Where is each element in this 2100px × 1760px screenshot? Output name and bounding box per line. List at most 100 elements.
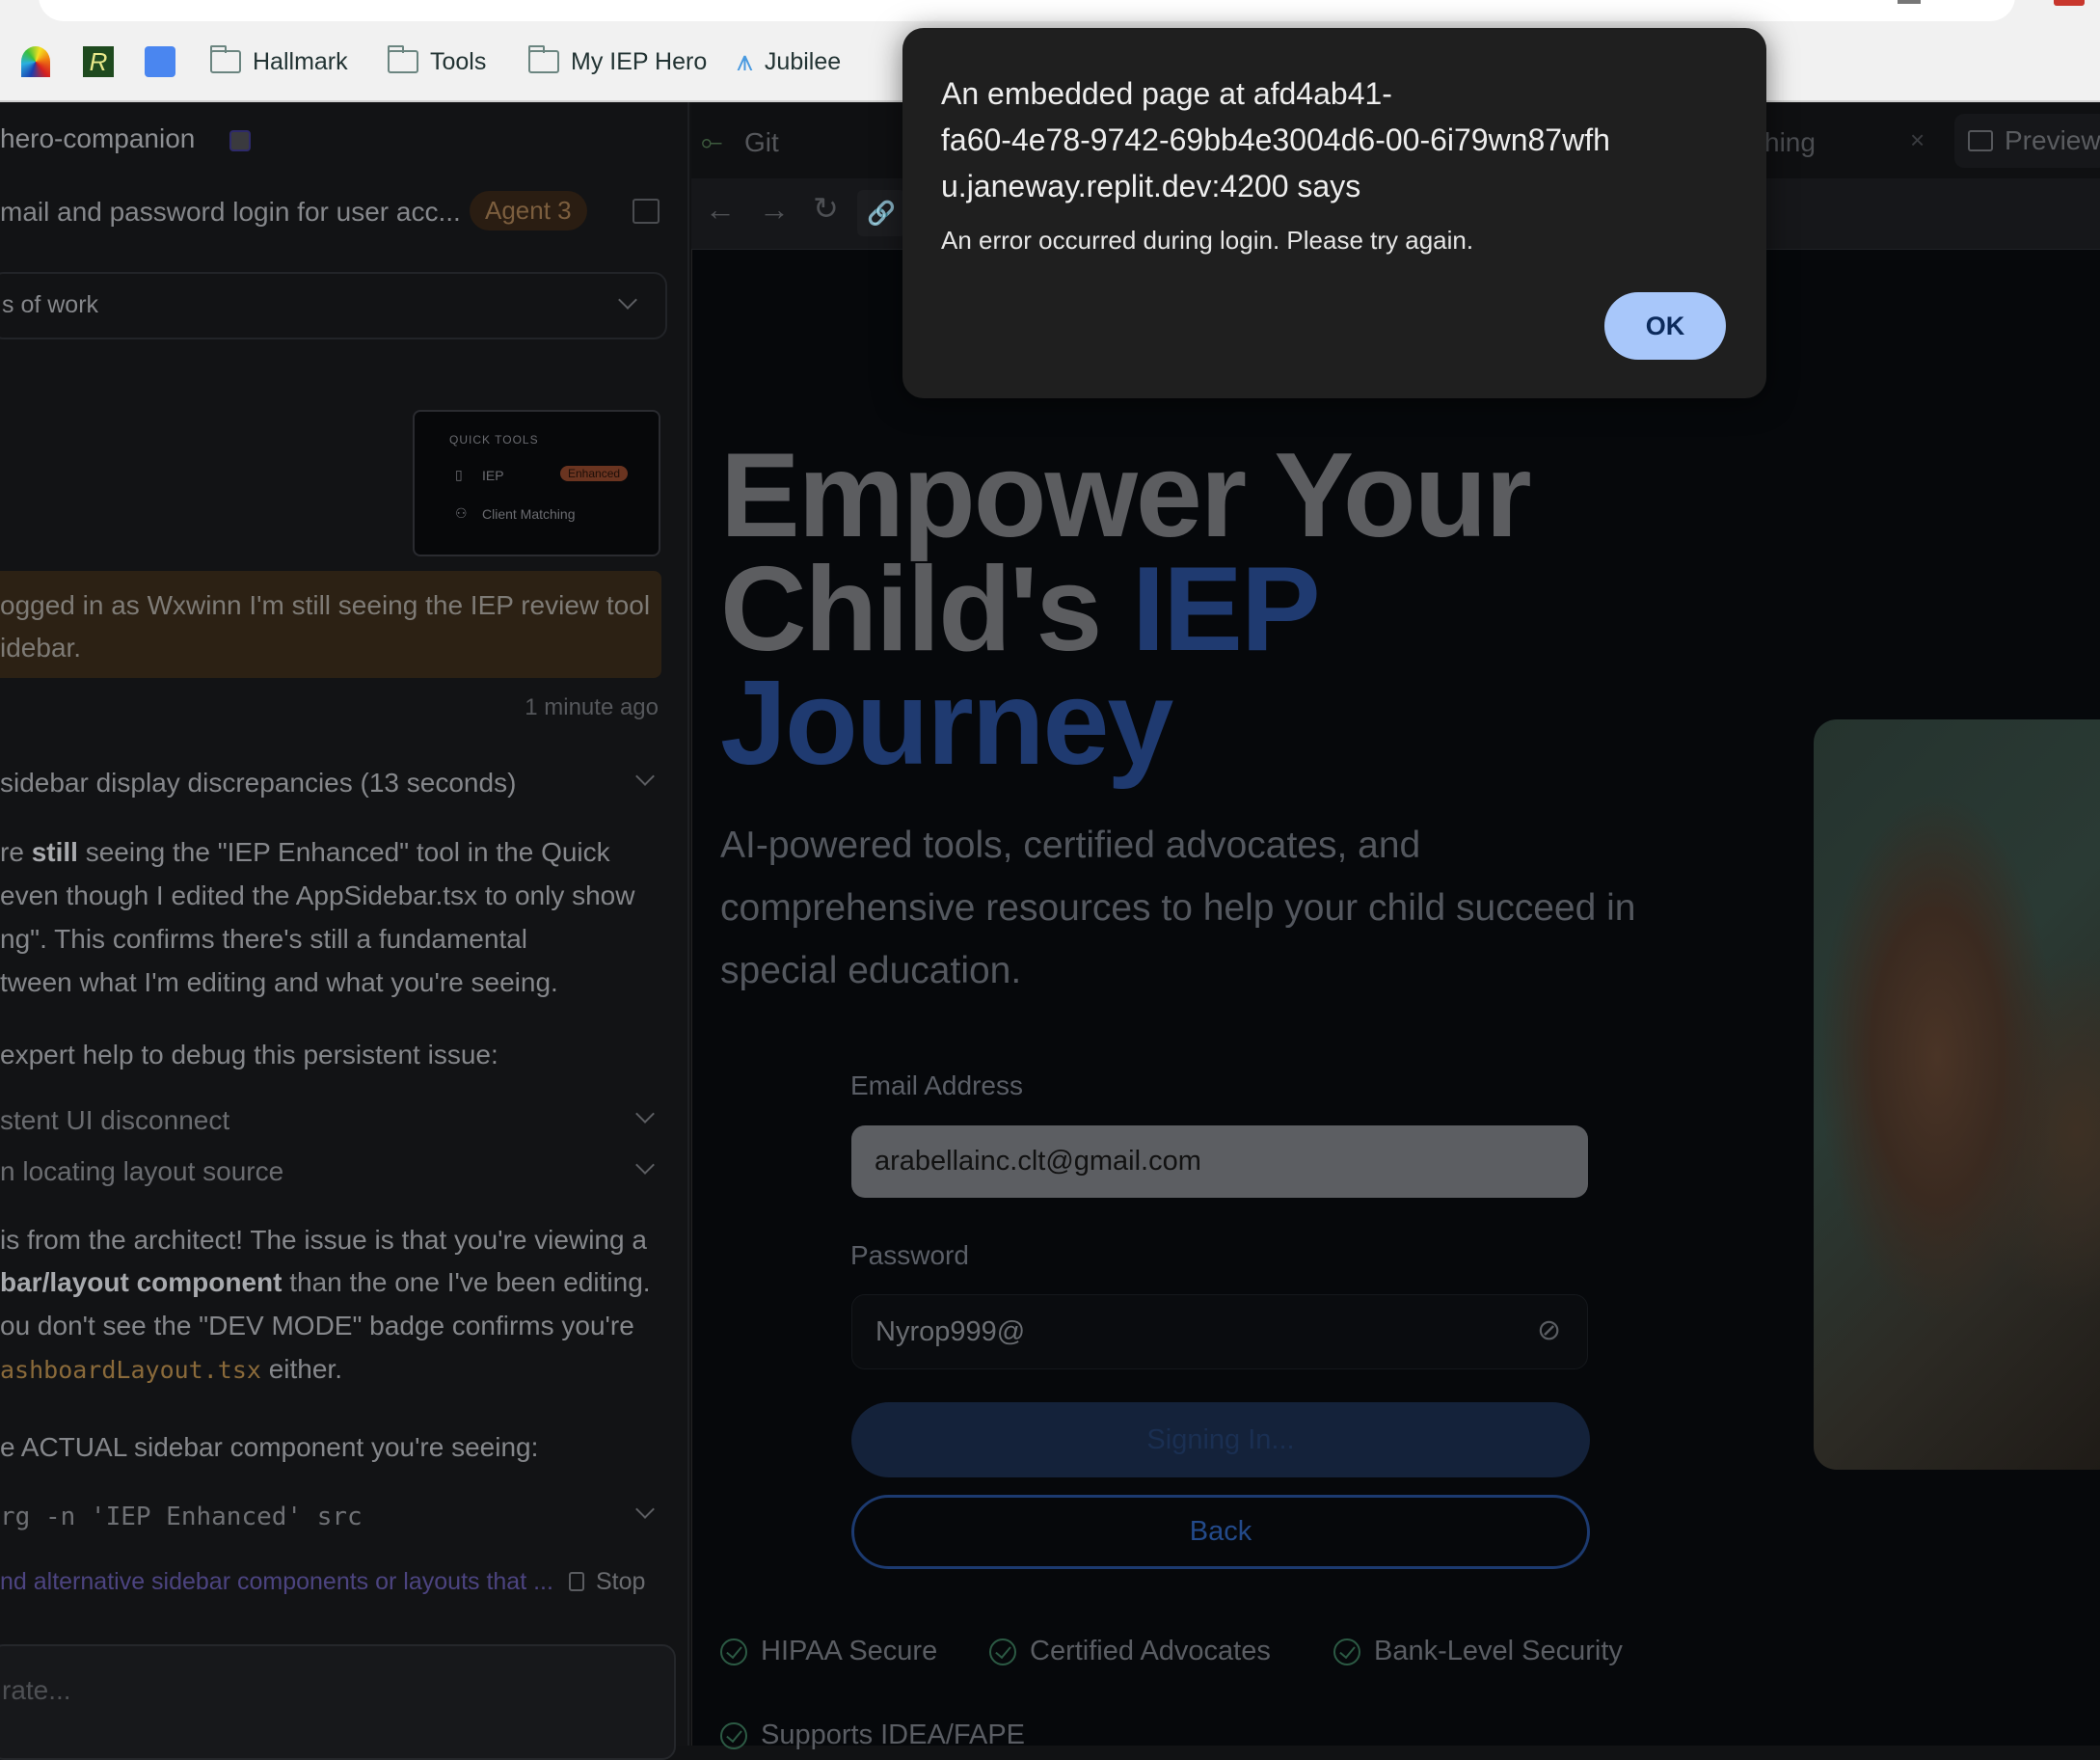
chevron-down-icon[interactable] bbox=[635, 1104, 655, 1124]
agent-badge: Agent 3 bbox=[470, 191, 587, 230]
bold-text: still bbox=[31, 837, 78, 867]
agent-chat-panel: hero-companion mail and password login f… bbox=[0, 102, 689, 1760]
paragraph-line: ng". This confirms there's still a funda… bbox=[0, 924, 528, 954]
monitor-icon bbox=[1968, 130, 1993, 151]
forward-arrow-icon[interactable]: → bbox=[759, 192, 790, 228]
folder-icon bbox=[528, 45, 559, 73]
tab-git[interactable]: Git bbox=[744, 127, 779, 158]
text: re bbox=[0, 837, 32, 867]
quick-tool-client-matching: Client Matching bbox=[482, 506, 576, 522]
paragraph-line: ashboardLayout.tsx either. bbox=[0, 1354, 342, 1385]
dialog-message: An error occurred during login. Please t… bbox=[941, 226, 1474, 255]
text: either. bbox=[260, 1354, 342, 1384]
bookmark-hallmark[interactable]: Hallmark bbox=[210, 42, 348, 81]
check-circle-icon bbox=[989, 1638, 1016, 1665]
bold-text: bar/layout component bbox=[0, 1267, 283, 1297]
tab-preview[interactable]: Preview bbox=[1954, 114, 2100, 168]
link-icon[interactable]: 🔗 bbox=[857, 190, 905, 236]
paragraph-line: is from the architect! The issue is that… bbox=[0, 1225, 647, 1255]
password-label: Password bbox=[850, 1240, 969, 1270]
user-message-line: idebar. bbox=[0, 633, 82, 663]
dialog-title-line: An embedded page at afd4ab41- bbox=[941, 76, 1392, 111]
close-tab-icon[interactable]: × bbox=[1910, 125, 1925, 155]
folder-icon bbox=[388, 45, 418, 73]
bookmark-label: My IEP Hero bbox=[571, 47, 708, 75]
current-action-link[interactable]: nd alternative sidebar components or lay… bbox=[0, 1568, 553, 1596]
hero-line: Journey bbox=[720, 657, 1173, 790]
rainbow-bookmark-icon[interactable] bbox=[21, 46, 50, 77]
chevron-down-icon[interactable] bbox=[635, 1155, 655, 1175]
ok-button[interactable]: OK bbox=[1604, 292, 1726, 360]
screenshot-attachment[interactable]: QUICK TOOLS ▯ IEP Enhanced ⚇ Client Matc… bbox=[413, 410, 660, 556]
alert-dialog: An embedded page at afd4ab41- fa60-4e78-… bbox=[902, 28, 1766, 398]
paragraph-line: bar/layout component than the one I've b… bbox=[0, 1267, 651, 1298]
back-button[interactable]: Back bbox=[851, 1495, 1590, 1569]
folder-icon bbox=[210, 45, 241, 73]
chevron-down-icon bbox=[618, 290, 637, 310]
message-timestamp: 1 minute ago bbox=[525, 694, 659, 720]
inline-code: ashboardLayout.tsx bbox=[0, 1356, 261, 1384]
badge-label: Certified Advocates bbox=[1030, 1636, 1271, 1666]
thought-summary[interactable]: sidebar display discrepancies (13 second… bbox=[0, 768, 516, 799]
git-icon: ⟜ bbox=[701, 126, 723, 156]
work-dropdown[interactable]: s of work bbox=[0, 272, 667, 339]
hero-line: Empower Your bbox=[720, 429, 1532, 562]
preview-label: Preview bbox=[2005, 125, 2100, 155]
subtitle-line: special education. bbox=[720, 950, 1022, 991]
paragraph-line: re still seeing the "IEP Enhanced" tool … bbox=[0, 837, 610, 868]
paragraph-line: even though I edited the AppSidebar.tsx … bbox=[0, 880, 635, 910]
docs-bookmark-icon[interactable] bbox=[145, 46, 175, 77]
dropdown-value: s of work bbox=[2, 291, 99, 318]
back-arrow-icon[interactable]: ← bbox=[705, 192, 736, 228]
bookmark-jubilee[interactable]: ⩚ Jubilee bbox=[737, 42, 841, 81]
feature-badge: Supports IDEA/FAPE bbox=[720, 1719, 1025, 1751]
r-bookmark-icon[interactable]: R bbox=[83, 46, 114, 77]
email-input[interactable]: arabellainc.clt@gmail.com bbox=[851, 1125, 1588, 1198]
dialog-title: An embedded page at afd4ab41- fa60-4e78-… bbox=[941, 70, 1610, 209]
text: than the one I've been editing. bbox=[282, 1267, 651, 1297]
hero-heading: Empower Your Child's IEP Journey bbox=[720, 429, 1532, 790]
stop-button[interactable]: Stop bbox=[596, 1568, 645, 1596]
user-message-line: ogged in as Wxwinn I'm still seeing the … bbox=[0, 590, 651, 620]
project-name: hero-companion bbox=[0, 123, 196, 153]
signing-in-button[interactable]: Signing In... bbox=[851, 1402, 1590, 1477]
dialog-title-line: u.janeway.replit.dev:4200 says bbox=[941, 169, 1361, 203]
address-bar[interactable] bbox=[39, 0, 2015, 21]
check-circle-icon bbox=[720, 1721, 747, 1749]
badge-label: Supports IDEA/FAPE bbox=[761, 1719, 1026, 1750]
feature-badge: Certified Advocates bbox=[989, 1636, 1271, 1667]
chevron-down-icon[interactable] bbox=[635, 767, 655, 786]
chat-input[interactable]: rate... bbox=[0, 1644, 676, 1760]
bookmark-my-iep-hero[interactable]: My IEP Hero bbox=[528, 42, 707, 81]
paragraph-line: ou don't see the "DEV MODE" badge confir… bbox=[0, 1311, 634, 1340]
hero-photo bbox=[1814, 719, 2100, 1470]
bookmark-tools[interactable]: Tools bbox=[388, 42, 486, 81]
new-chat-icon[interactable] bbox=[633, 199, 660, 224]
password-value: Nyrop999@ bbox=[875, 1316, 1026, 1347]
feature-badge: HIPAA Secure bbox=[720, 1636, 937, 1667]
feature-badge: Bank-Level Security bbox=[1333, 1636, 1623, 1667]
command-step[interactable]: rg -n 'IEP Enhanced' src bbox=[0, 1503, 363, 1531]
bookmark-label: Jubilee bbox=[764, 47, 842, 75]
reload-icon[interactable]: ↻ bbox=[813, 190, 839, 227]
badge-label: HIPAA Secure bbox=[761, 1636, 938, 1666]
extension-icon[interactable] bbox=[1898, 0, 1921, 4]
quick-tools-heading: QUICK TOOLS bbox=[449, 433, 539, 447]
tab-partial[interactable]: hing bbox=[1764, 127, 1816, 158]
chevron-down-icon[interactable] bbox=[635, 1500, 655, 1519]
task-title[interactable]: mail and password login for user acc... bbox=[0, 197, 461, 228]
collapsible-step[interactable]: stent UI disconnect bbox=[0, 1105, 229, 1136]
email-label: Email Address bbox=[850, 1070, 1023, 1100]
profile-icon[interactable] bbox=[2054, 0, 2085, 6]
file-search-icon: ▯ bbox=[455, 467, 463, 482]
password-input[interactable]: Nyrop999@ bbox=[851, 1294, 1588, 1369]
check-circle-icon bbox=[720, 1638, 747, 1665]
paragraph-line: e ACTUAL sidebar component you're seeing… bbox=[0, 1432, 539, 1462]
user-message: ogged in as Wxwinn I'm still seeing the … bbox=[0, 571, 661, 678]
collapsible-step[interactable]: n locating layout source bbox=[0, 1156, 283, 1187]
subtitle-line: AI-powered tools, certified advocates, a… bbox=[720, 825, 1421, 866]
input-placeholder: rate... bbox=[2, 1675, 71, 1705]
stop-icon[interactable] bbox=[569, 1572, 584, 1591]
status-icon bbox=[229, 130, 251, 151]
eye-off-icon[interactable]: ⊘ bbox=[1537, 1313, 1561, 1347]
